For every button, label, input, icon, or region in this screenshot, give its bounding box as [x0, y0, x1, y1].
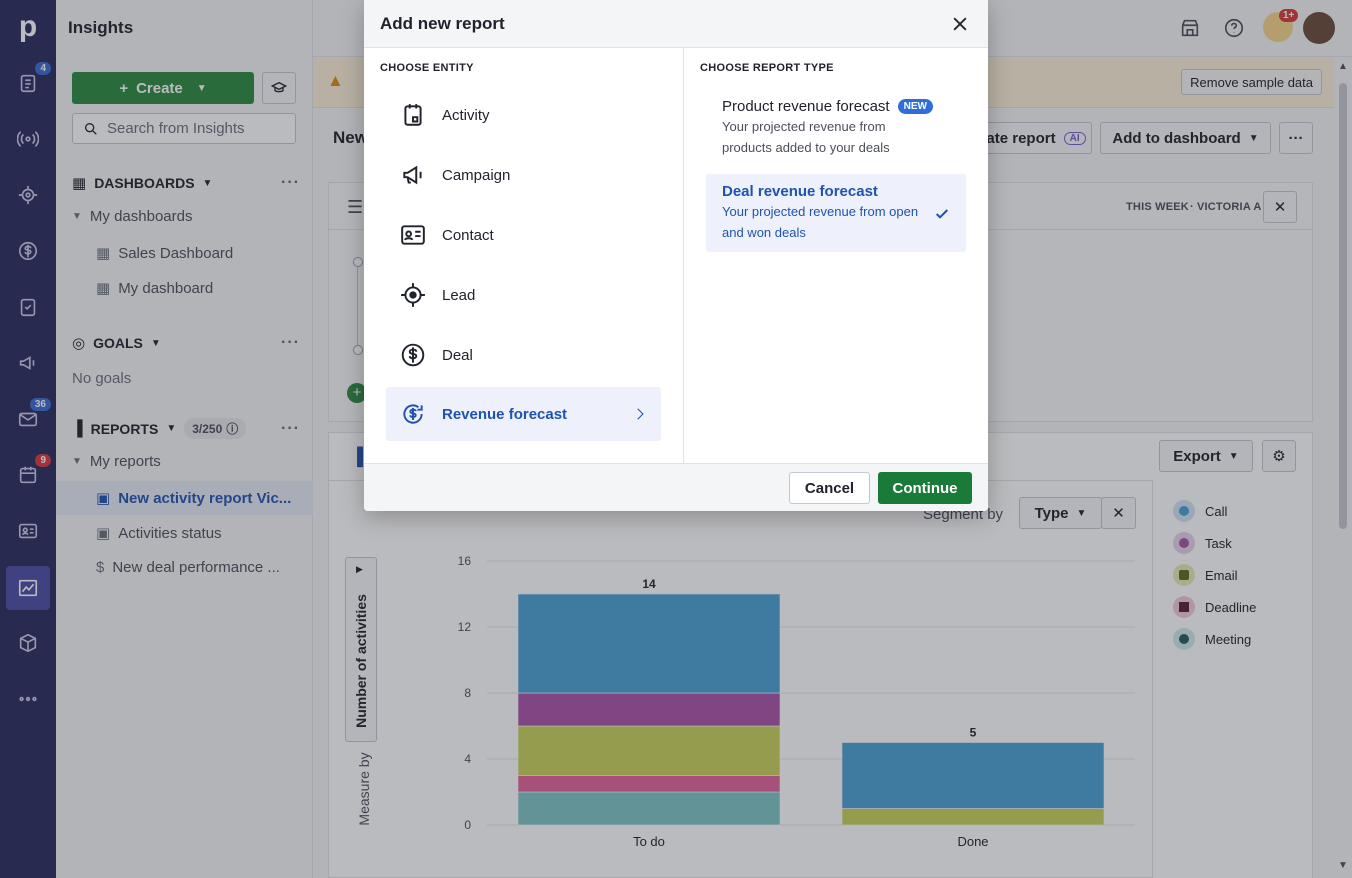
megaphone-icon — [403, 165, 422, 185]
report-type-deal-revenue[interactable]: Deal revenue forecast Your projected rev… — [706, 174, 966, 252]
entity-deal[interactable]: Deal — [386, 328, 661, 382]
entity-campaign[interactable]: Campaign — [386, 148, 661, 202]
entity-activity[interactable]: Activity — [386, 88, 661, 142]
modal-title: Add new report — [380, 13, 505, 33]
chevron-right-icon — [637, 408, 644, 420]
entity-header: CHOOSE ENTITY — [380, 62, 474, 74]
contact-card-icon — [401, 225, 425, 245]
entity-lead[interactable]: Lead — [386, 268, 661, 322]
entity-label: Contact — [442, 226, 494, 244]
dollar-icon — [401, 343, 425, 367]
entity-revenue-forecast[interactable]: Revenue forecast — [386, 387, 661, 441]
target-icon — [401, 283, 425, 307]
revenue-forecast-icon — [403, 404, 423, 424]
add-report-modal: Add new report CHOOSE ENTITY Activity Ca… — [364, 0, 988, 511]
report-type-desc: Your projected revenue from products add… — [722, 119, 890, 155]
entity-column: CHOOSE ENTITY Activity Campaign Contact … — [364, 48, 684, 463]
continue-button[interactable]: Continue — [878, 472, 972, 504]
report-type-column: CHOOSE REPORT TYPE Product revenue forec… — [684, 48, 988, 463]
modal-header: Add new report — [364, 0, 988, 48]
report-type-desc: Your projected revenue from open and won… — [722, 204, 919, 240]
report-type-title-row: Product revenue forecast NEW — [722, 98, 950, 115]
cancel-button[interactable]: Cancel — [789, 472, 870, 504]
entity-label: Campaign — [442, 166, 511, 184]
report-type-header: CHOOSE REPORT TYPE — [700, 62, 834, 74]
app: p 4 36 9 Insights + Create ▼ Search from… — [0, 0, 1352, 878]
report-type-title: Product revenue forecast — [722, 98, 890, 115]
report-type-title: Deal revenue forecast — [722, 183, 878, 200]
modal-footer: Cancel Continue — [364, 463, 988, 511]
report-type-product-revenue[interactable]: Product revenue forecast NEW Your projec… — [706, 89, 966, 167]
entity-label: Deal — [442, 346, 473, 364]
entity-label: Lead — [442, 286, 476, 304]
close-icon[interactable] — [950, 14, 970, 34]
checkmark-icon — [935, 209, 949, 219]
calendar-icon — [404, 104, 422, 126]
new-badge: NEW — [897, 99, 933, 114]
entity-contact[interactable]: Contact — [386, 208, 661, 262]
entity-label: Activity — [442, 106, 490, 124]
entity-label: Revenue forecast — [442, 405, 568, 423]
